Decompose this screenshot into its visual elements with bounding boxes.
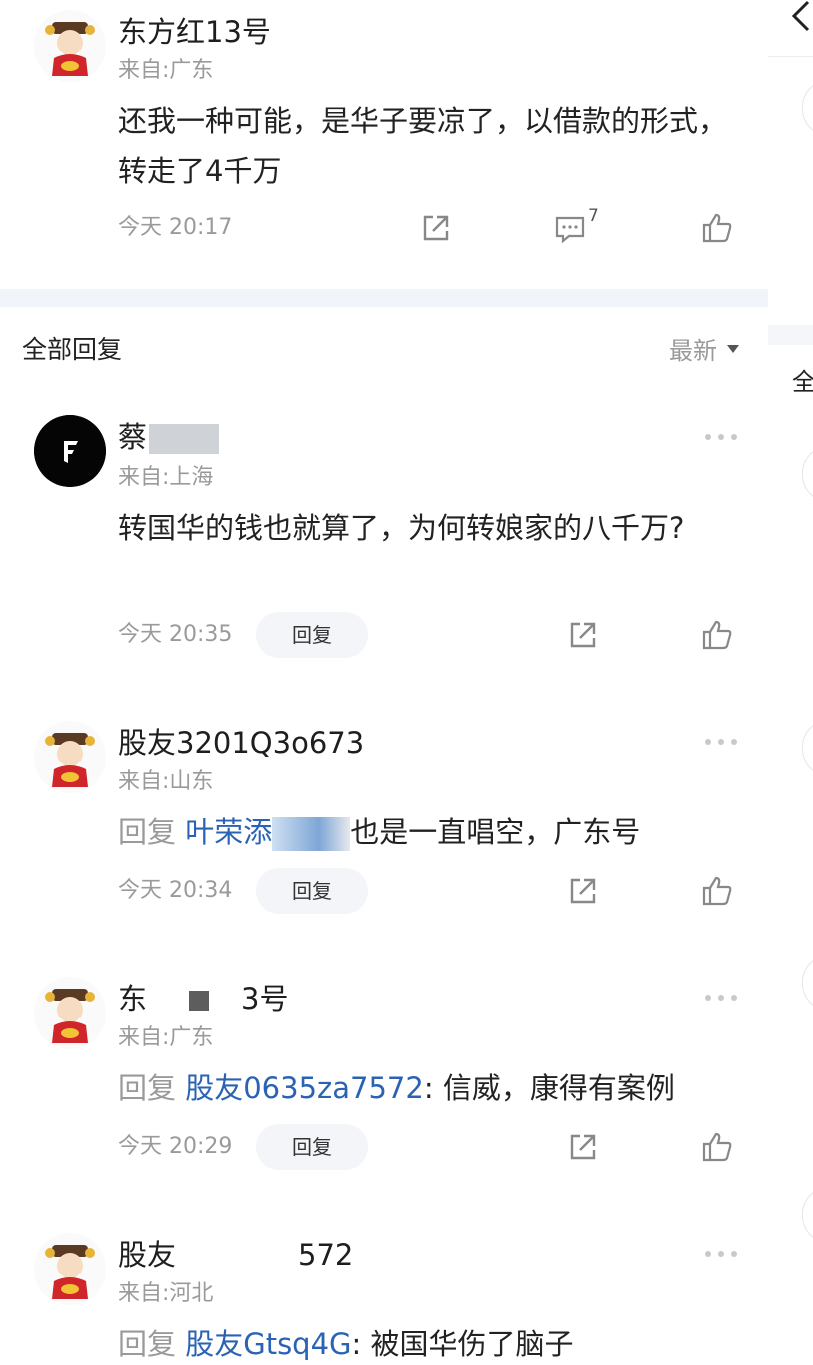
avatar[interactable] bbox=[34, 415, 106, 487]
redacted-block bbox=[149, 424, 220, 454]
avatar[interactable] bbox=[34, 1233, 106, 1305]
section-divider bbox=[0, 289, 768, 307]
username[interactable]: 股友 572 bbox=[118, 1237, 353, 1273]
location: 来自:广东 bbox=[118, 58, 214, 83]
reply-body: 也是一直唱空，广东号 bbox=[350, 815, 641, 849]
reply-body: : 信威，康得有案例 bbox=[423, 1071, 675, 1105]
username-start: 股友 bbox=[118, 1238, 177, 1272]
avatar-peek bbox=[802, 1187, 813, 1243]
location: 来自:广东 bbox=[118, 1025, 214, 1050]
adjacent-panel: 全 bbox=[768, 0, 813, 1365]
reply-prefix: 回复 bbox=[118, 815, 177, 849]
avatar[interactable] bbox=[34, 721, 106, 793]
section-title: 全部回复 bbox=[22, 335, 123, 364]
avatar[interactable] bbox=[34, 10, 106, 82]
reply-button[interactable]: 回复 bbox=[256, 612, 368, 658]
reply-text: 转国华的钱也就算了，为何转娘家的八千万? bbox=[118, 511, 685, 545]
share-icon[interactable] bbox=[566, 1130, 600, 1164]
more-icon[interactable] bbox=[703, 1248, 739, 1260]
timestamp: 今天 20:34 bbox=[118, 878, 233, 903]
header-divider bbox=[768, 56, 813, 57]
timestamp: 今天 20:29 bbox=[118, 1134, 233, 1159]
location: 来自:上海 bbox=[118, 465, 214, 490]
caret-down-icon bbox=[727, 345, 739, 353]
sort-dropdown[interactable]: 最新 bbox=[669, 334, 739, 368]
mention-link[interactable]: 股友Gtsq4G bbox=[185, 1327, 351, 1361]
reply-button[interactable]: 回复 bbox=[256, 868, 368, 914]
back-arrow-icon[interactable] bbox=[788, 0, 812, 34]
reply-button[interactable]: 回复 bbox=[256, 1124, 368, 1170]
reply-body: : 被国华伤了脑子 bbox=[351, 1327, 574, 1361]
timestamp: 今天 20:17 bbox=[118, 215, 233, 240]
share-icon[interactable] bbox=[566, 618, 600, 652]
reply-prefix: 回复 bbox=[118, 1327, 177, 1361]
avatar[interactable] bbox=[34, 977, 106, 1049]
avatar-peek bbox=[802, 955, 813, 1011]
redacted-block bbox=[272, 817, 351, 851]
username-text: 蔡 bbox=[118, 420, 148, 454]
share-icon[interactable] bbox=[419, 211, 453, 245]
avatar-caishen-icon bbox=[34, 721, 106, 793]
timestamp: 今天 20:35 bbox=[118, 622, 233, 647]
sort-label: 最新 bbox=[669, 337, 717, 365]
avatar-caishen-icon bbox=[34, 1233, 106, 1305]
section-title-peek: 全 bbox=[792, 368, 813, 396]
username[interactable]: 东方红13号 bbox=[118, 14, 271, 50]
comment-icon[interactable] bbox=[553, 211, 587, 245]
like-icon[interactable] bbox=[700, 1130, 734, 1164]
location: 来自:河北 bbox=[118, 1281, 214, 1306]
location: 来自:山东 bbox=[118, 769, 214, 794]
more-icon[interactable] bbox=[703, 992, 739, 1004]
mention-link[interactable]: 叶荣添 bbox=[185, 815, 272, 849]
redacted-block bbox=[176, 1242, 298, 1272]
username[interactable]: 东 3号 bbox=[118, 981, 288, 1017]
reply-text: 回复 股友Gtsq4G: 被国华伤了脑子 bbox=[118, 1319, 738, 1365]
reply-text: 回复 叶荣添 也是一直唱空，广东号 bbox=[118, 807, 738, 857]
comment-count: 7 bbox=[588, 206, 599, 226]
comment-detail: 东方红13号 来自:广东 还我一种可能，是华子要凉了，以借款的形式，转走了4千万… bbox=[0, 0, 768, 1365]
like-icon[interactable] bbox=[700, 211, 734, 245]
redacted-block bbox=[147, 986, 241, 1016]
avatar-peek bbox=[802, 80, 813, 136]
section-divider bbox=[768, 325, 813, 345]
avatar-logo-icon bbox=[34, 415, 106, 487]
mention-link[interactable]: 股友0635za7572 bbox=[185, 1071, 424, 1105]
reply-text: 回复 股友0635za7572: 信威，康得有案例 bbox=[118, 1063, 738, 1113]
username-end: 572 bbox=[298, 1238, 354, 1272]
like-icon[interactable] bbox=[700, 874, 734, 908]
username-end: 3号 bbox=[241, 982, 289, 1016]
username[interactable]: 股友3201Q3o673 bbox=[118, 725, 364, 761]
reply-prefix: 回复 bbox=[118, 1071, 177, 1105]
more-icon[interactable] bbox=[703, 431, 739, 443]
avatar-peek bbox=[802, 720, 813, 776]
username-start: 东 bbox=[118, 982, 148, 1016]
avatar-peek bbox=[802, 446, 813, 502]
like-icon[interactable] bbox=[700, 618, 734, 652]
comment-text: 还我一种可能，是华子要凉了，以借款的形式，转走了4千万 bbox=[118, 104, 728, 188]
username[interactable]: 蔡 bbox=[118, 419, 220, 455]
more-icon[interactable] bbox=[703, 736, 739, 748]
share-icon[interactable] bbox=[566, 874, 600, 908]
avatar-caishen-icon bbox=[34, 977, 106, 1049]
avatar-caishen-icon bbox=[34, 10, 106, 82]
